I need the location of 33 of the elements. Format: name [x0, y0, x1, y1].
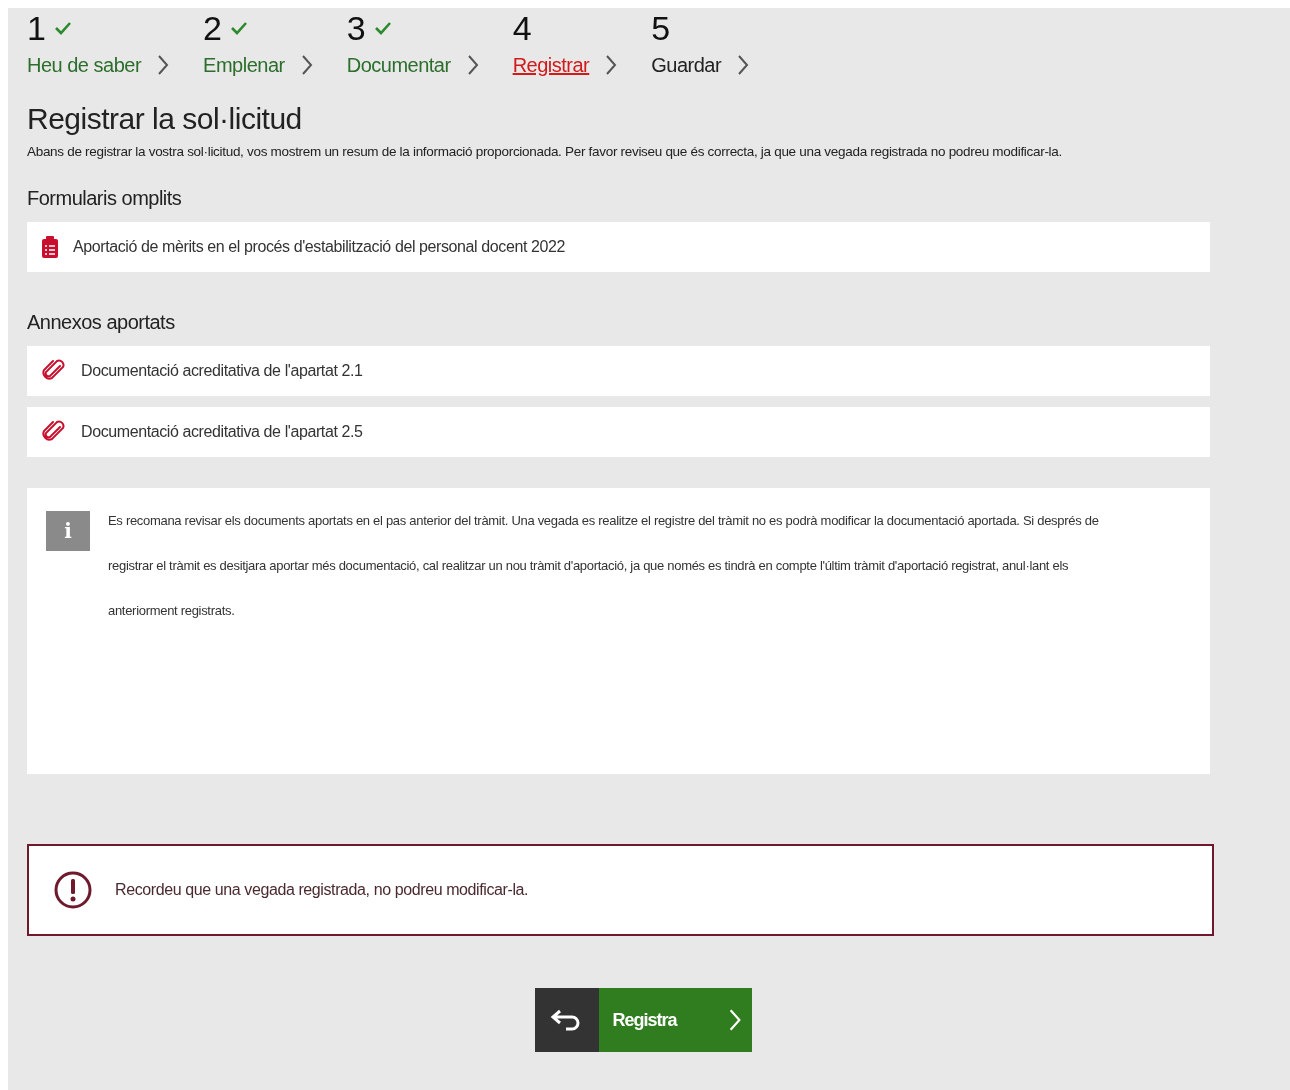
step-number: 4	[512, 11, 532, 45]
description-text: Abans de registrar la vostra sol·licitud, vos mostrem un resum de la informació proporcionada. Per favor reviseu que és correcta, ja que una vegada registrada no podreu modificar-la.	[27, 144, 1063, 159]
chevron-right-icon	[727, 1008, 742, 1032]
info-icon: i	[46, 511, 90, 551]
page-title: Registrar la sol·licitud	[27, 102, 303, 136]
info-text: Es recomana revisar els documents aportats en el pas anterior del tràmit. Una vegada es realitze el registre del tràmit no es podrà modificar la documentació aportada. Si després de registrar el tràmit es desitjara aportar més documentació, cal realitzar un nou tràmit d'aportació, ja que només es tindrà en compte l'últim tràmit d'aportació registrat, anul·lant els anteriorment registrats.	[108, 512, 1100, 620]
item-label: Aportació de mèrits en el procés d'estabilització del personal docent 2022	[73, 238, 565, 256]
chevron-right-icon	[466, 54, 479, 76]
section-heading: Formularis omplits	[27, 187, 183, 210]
check-icon	[53, 21, 72, 35]
chevron-right-icon	[157, 54, 170, 76]
chevron-right-icon	[300, 54, 313, 76]
check-icon	[230, 21, 248, 35]
chevron-right-icon	[737, 54, 750, 76]
check-icon	[373, 21, 392, 35]
step-number: 1	[27, 11, 46, 45]
back-button[interactable]	[534, 988, 599, 1052]
step-link[interactable]: Emplenar	[203, 53, 285, 77]
clipboard-icon	[41, 235, 59, 259]
step-number: 2	[203, 11, 222, 45]
step-number: 5	[651, 11, 671, 45]
alert-text: Recordeu que una vegada registrada, no podreu modificar-la.	[115, 881, 529, 899]
chevron-right-icon	[605, 54, 618, 76]
step-number: 3	[346, 11, 366, 45]
warning-icon	[53, 870, 93, 910]
step-link[interactable]: Heu de saber	[27, 53, 142, 77]
section-heading: Annexos aportats	[27, 311, 176, 334]
item-label: Documentació acreditativa de l'apartat 2.1	[81, 362, 363, 380]
step-link[interactable]: Documentar	[346, 53, 451, 77]
item-label: Documentació acreditativa de l'apartat 2.5	[81, 423, 363, 441]
step-link[interactable]: Registrar	[512, 53, 590, 77]
register-button[interactable]: Registra	[598, 988, 752, 1052]
step-link[interactable]: Guardar	[651, 53, 722, 77]
